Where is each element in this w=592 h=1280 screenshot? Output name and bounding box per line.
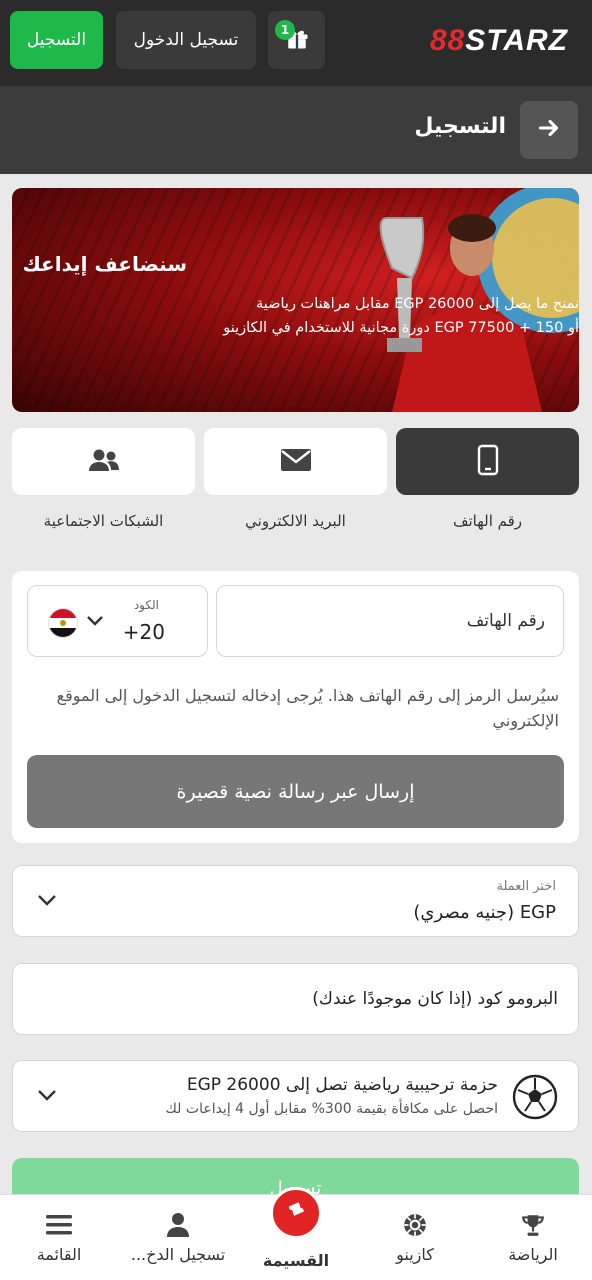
trophy-icon	[520, 1211, 546, 1239]
casino-chip-icon	[402, 1211, 428, 1239]
chevron-down-icon	[37, 892, 57, 911]
bonus-subtitle: احصل على مكافأة بقيمة 300% مقابل أول 4 إ…	[165, 1101, 498, 1117]
tab-email-label[interactable]: البريد الالكتروني	[204, 512, 387, 530]
nav-betslip-label: القسيمة	[262, 1251, 330, 1270]
country-code-label: الكود	[133, 598, 159, 612]
back-button[interactable]	[520, 101, 578, 159]
page-title-bar: التسجيل	[0, 86, 592, 174]
nav-sports-label: الرياضة	[508, 1245, 558, 1264]
nav-login[interactable]: تسجيل الدخ...	[119, 1195, 237, 1280]
bonus-select[interactable]: حزمة ترحيبية رياضية تصل إلى EGP 26000 اح…	[12, 1060, 579, 1132]
egypt-flag-icon	[48, 608, 78, 638]
phone-form-card: رقم الهاتف الكود +20 سيُرسل الرمز إلى رق…	[12, 571, 579, 843]
banner-text: نمنح ما يصل إلى EGP 26000 مقابل مراهنات …	[12, 292, 579, 340]
nav-menu[interactable]: القائمة	[0, 1195, 118, 1280]
envelope-icon	[280, 448, 312, 476]
register-button[interactable]: التسجيل	[10, 11, 103, 69]
betslip-button[interactable]	[270, 1187, 322, 1239]
currency-select[interactable]: اختر العملة EGP (جنيه مصري)	[12, 865, 579, 937]
nav-menu-label: القائمة	[36, 1245, 82, 1264]
tab-social-label[interactable]: الشبكات الاجتماعية	[12, 512, 195, 530]
currency-value: EGP (جنيه مصري)	[413, 902, 556, 923]
soccer-ball-icon	[512, 1074, 558, 1120]
page-title: التسجيل	[414, 114, 506, 139]
sms-hint-text: سيُرسل الرمز إلى رقم الهاتف هذا. يُرجى إ…	[56, 686, 559, 730]
tab-social[interactable]	[12, 428, 195, 495]
nav-login-label: تسجيل الدخ...	[130, 1245, 226, 1264]
country-code-value: +20	[122, 620, 165, 644]
ticket-icon	[284, 1199, 308, 1227]
nav-casino-label: كازينو	[396, 1245, 434, 1264]
phone-icon	[477, 444, 499, 480]
banner-line-2: أو EGP 77500 + 150 دورة مجانية للاستخدام…	[223, 320, 579, 336]
bonus-title: حزمة ترحيبية رياضية تصل إلى EGP 26000	[186, 1075, 498, 1095]
user-icon	[166, 1211, 190, 1239]
tab-phone-label[interactable]: رقم الهاتف	[396, 512, 579, 530]
currency-label: اختر العملة	[496, 879, 556, 894]
tab-email[interactable]	[204, 428, 387, 495]
brand-logo[interactable]: 88STARZ	[430, 24, 568, 58]
top-bar: 88STARZ 1 تسجيل الدخول التسجيل	[0, 0, 592, 86]
gift-count-badge: 1	[275, 20, 295, 40]
arrow-right-icon	[536, 115, 562, 145]
nav-sports[interactable]: الرياضة	[474, 1195, 592, 1280]
phone-number-input[interactable]: رقم الهاتف	[216, 585, 564, 657]
promo-code-input[interactable]: البرومو كود (إذا كان موجودًا عندك)	[12, 963, 579, 1035]
bottom-navigation: الرياضة كازينو القسيمة تسجيل الدخ... الق…	[0, 1187, 592, 1280]
nav-casino[interactable]: كازينو	[356, 1195, 474, 1280]
send-sms-button[interactable]: إرسال عبر رسالة نصية قصيرة	[27, 755, 564, 828]
chevron-down-icon	[86, 612, 104, 631]
login-button[interactable]: تسجيل الدخول	[116, 11, 256, 69]
gift-button[interactable]: 1	[268, 11, 325, 69]
chevron-down-icon	[37, 1087, 57, 1106]
menu-icon	[46, 1211, 72, 1239]
promo-banner[interactable]: سنضاعف إيداعك نمنح ما يصل إلى EGP 26000 …	[12, 188, 579, 412]
banner-headline: سنضاعف إيداعك	[22, 252, 187, 276]
users-icon	[88, 448, 120, 476]
registration-method-tabs: رقم الهاتف البريد الالكتروني الشبكات الا…	[12, 428, 579, 548]
tab-phone[interactable]	[396, 428, 579, 495]
country-code-select[interactable]: الكود +20	[27, 585, 208, 657]
banner-line-1: نمنح ما يصل إلى EGP 26000 مقابل مراهنات …	[256, 296, 579, 312]
